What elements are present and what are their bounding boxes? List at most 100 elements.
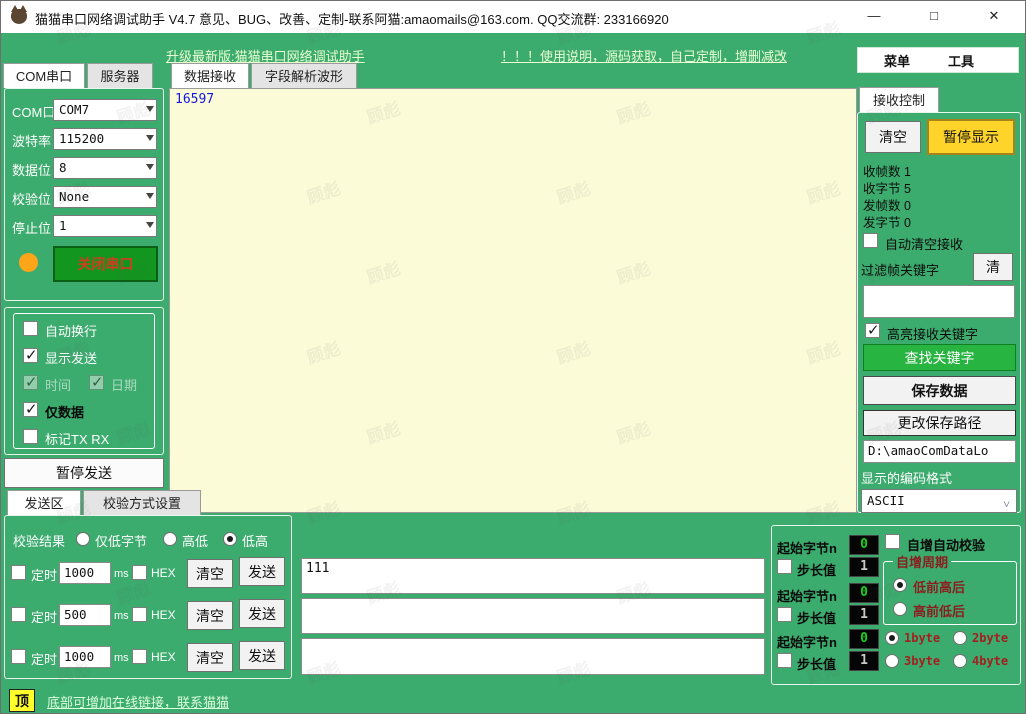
data-only-label: 仅数据 bbox=[45, 402, 84, 421]
send-button-2[interactable]: 发送 bbox=[239, 599, 285, 628]
scroll-top-button[interactable]: 顶 bbox=[9, 689, 35, 712]
checkbox-hex-3[interactable] bbox=[132, 649, 147, 664]
filter-keyword-input[interactable] bbox=[863, 285, 1015, 318]
clear-button-3[interactable]: 清空 bbox=[187, 643, 233, 672]
timer-interval-input-2[interactable]: 500 bbox=[59, 604, 111, 626]
radio-low-high[interactable] bbox=[223, 532, 237, 546]
step-value-3[interactable]: 1 bbox=[849, 651, 879, 671]
radio-low-first-high-last[interactable] bbox=[893, 578, 907, 592]
send-text-input-3[interactable] bbox=[301, 638, 765, 675]
checkbox-timer-1[interactable] bbox=[11, 565, 26, 580]
tab-com-serial[interactable]: COM串口 bbox=[3, 63, 85, 88]
footer-contact-link[interactable]: 底部可增加在线链接，联系猫猫 bbox=[47, 692, 229, 711]
radio-high-first-low-last[interactable] bbox=[893, 602, 907, 616]
start-byte-label-2: 起始字节n bbox=[777, 586, 837, 605]
ms-label-1: ms bbox=[114, 568, 129, 580]
checkbox-time[interactable] bbox=[23, 375, 38, 390]
step-value-2[interactable]: 1 bbox=[849, 605, 879, 625]
send-button-3[interactable]: 发送 bbox=[239, 641, 285, 670]
minimize-button[interactable]: — bbox=[859, 1, 889, 31]
baudrate-select[interactable]: 115200 bbox=[53, 128, 157, 150]
maximize-button[interactable]: □ bbox=[919, 1, 949, 31]
4byte-label: 4byte bbox=[972, 654, 1008, 668]
help-link[interactable]: ！！！使用说明，源码获取，自己定制，增删减改 bbox=[501, 46, 787, 65]
dropdown-arrow-icon bbox=[146, 193, 154, 199]
tab-send-area[interactable]: 发送区 bbox=[7, 490, 81, 515]
find-keyword-button[interactable]: 查找关键字 bbox=[863, 344, 1016, 371]
tab-receive-control[interactable]: 接收控制 bbox=[859, 87, 939, 112]
checkbox-date[interactable] bbox=[89, 375, 104, 390]
checkbox-timer-2[interactable] bbox=[11, 607, 26, 622]
ms-label-3: ms bbox=[114, 652, 129, 664]
checkbox-auto-clear-receive[interactable] bbox=[863, 233, 878, 248]
change-save-path-button[interactable]: 更改保存路径 bbox=[863, 410, 1016, 436]
parity-select[interactable]: None bbox=[53, 186, 157, 208]
timer-label-1: 定时 bbox=[31, 565, 57, 584]
parity-label: 校验位 bbox=[12, 189, 51, 208]
start-byte-value-3[interactable]: 0 bbox=[849, 629, 879, 649]
close-button[interactable]: ✕ bbox=[979, 1, 1009, 31]
checkbox-hex-2[interactable] bbox=[132, 607, 147, 622]
step-label-3: 步长值 bbox=[797, 654, 836, 673]
chevron-down-icon: ˅ bbox=[1003, 493, 1010, 515]
checkbox-mark-txrx[interactable] bbox=[23, 429, 38, 444]
low-high-label: 低高 bbox=[242, 531, 268, 550]
clear-button-2[interactable]: 清空 bbox=[187, 601, 233, 630]
tab-checksum-settings[interactable]: 校验方式设置 bbox=[83, 490, 201, 515]
dropdown-arrow-icon bbox=[146, 164, 154, 170]
timer-label-2: 定时 bbox=[31, 607, 57, 626]
step-label-1: 步长值 bbox=[797, 560, 836, 579]
increment-period-title: 自增周期 bbox=[893, 552, 951, 571]
tab-data-receive[interactable]: 数据接收 bbox=[171, 63, 249, 88]
pause-send-button[interactable]: 暂停发送 bbox=[4, 458, 164, 488]
clear-receive-button[interactable]: 清空 bbox=[865, 121, 921, 153]
clear-button-1[interactable]: 清空 bbox=[187, 559, 233, 588]
checkbox-autowrap[interactable] bbox=[23, 321, 38, 336]
radio-4byte[interactable] bbox=[953, 654, 967, 668]
timer-interval-input-3[interactable]: 1000 bbox=[59, 646, 111, 668]
hex-label-3: HEX bbox=[151, 650, 176, 664]
2byte-label: 2byte bbox=[972, 631, 1008, 645]
menu-item-menu[interactable]: 菜单 bbox=[884, 51, 910, 70]
checkbox-hex-1[interactable] bbox=[132, 565, 147, 580]
filter-clear-button[interactable]: 清 bbox=[973, 253, 1013, 281]
checkbox-show-send[interactable] bbox=[23, 348, 38, 363]
close-serial-button[interactable]: 关闭串口 bbox=[53, 246, 158, 282]
start-byte-value-2[interactable]: 0 bbox=[849, 583, 879, 603]
checkbox-timer-3[interactable] bbox=[11, 649, 26, 664]
save-data-button[interactable]: 保存数据 bbox=[863, 376, 1016, 405]
title-bar: 猫猫串口网络调试助手 V4.7 意见、BUG、改善、定制-联系阿猫:amaoma… bbox=[1, 1, 1025, 33]
start-byte-value-1[interactable]: 0 bbox=[849, 535, 879, 555]
radio-2byte[interactable] bbox=[953, 631, 967, 645]
radio-3byte[interactable] bbox=[885, 654, 899, 668]
send-text-input-2[interactable] bbox=[301, 598, 765, 634]
send-button-1[interactable]: 发送 bbox=[239, 557, 285, 586]
stopbits-label: 停止位 bbox=[12, 218, 51, 237]
autowrap-label: 自动换行 bbox=[45, 321, 97, 340]
checkbox-step-2[interactable] bbox=[777, 607, 792, 622]
radio-low-byte-only[interactable] bbox=[76, 532, 90, 546]
databits-label: 数据位 bbox=[12, 160, 51, 179]
time-label: 时间 bbox=[45, 375, 71, 394]
stopbits-select[interactable]: 1 bbox=[53, 215, 157, 237]
checkbox-highlight-keyword[interactable] bbox=[865, 323, 880, 338]
com-port-select[interactable]: COM7 bbox=[53, 99, 157, 121]
step-value-1[interactable]: 1 bbox=[849, 557, 879, 577]
send-text-input-1[interactable]: 111 bbox=[301, 558, 765, 594]
pause-display-button[interactable]: 暂停显示 bbox=[927, 119, 1015, 155]
timer-interval-input-1[interactable]: 1000 bbox=[59, 562, 111, 584]
tab-server[interactable]: 服务器 bbox=[87, 63, 153, 88]
checkbox-step-3[interactable] bbox=[777, 653, 792, 668]
checkbox-auto-increment-checksum[interactable] bbox=[885, 534, 900, 549]
menu-item-tools[interactable]: 工具 bbox=[948, 51, 974, 70]
encoding-select[interactable]: ASCII˅ bbox=[861, 489, 1017, 513]
checkbox-step-1[interactable] bbox=[777, 559, 792, 574]
radio-1byte[interactable] bbox=[885, 631, 899, 645]
checkbox-data-only[interactable] bbox=[23, 402, 38, 417]
radio-high-low[interactable] bbox=[163, 532, 177, 546]
databits-select[interactable]: 8 bbox=[53, 157, 157, 179]
tab-field-parse-waveform[interactable]: 字段解析波形 bbox=[251, 63, 357, 88]
receive-data-textarea[interactable]: 16597 bbox=[169, 88, 857, 513]
save-path-input[interactable]: D:\amaoComDataLo bbox=[863, 440, 1016, 463]
hex-label-2: HEX bbox=[151, 608, 176, 622]
